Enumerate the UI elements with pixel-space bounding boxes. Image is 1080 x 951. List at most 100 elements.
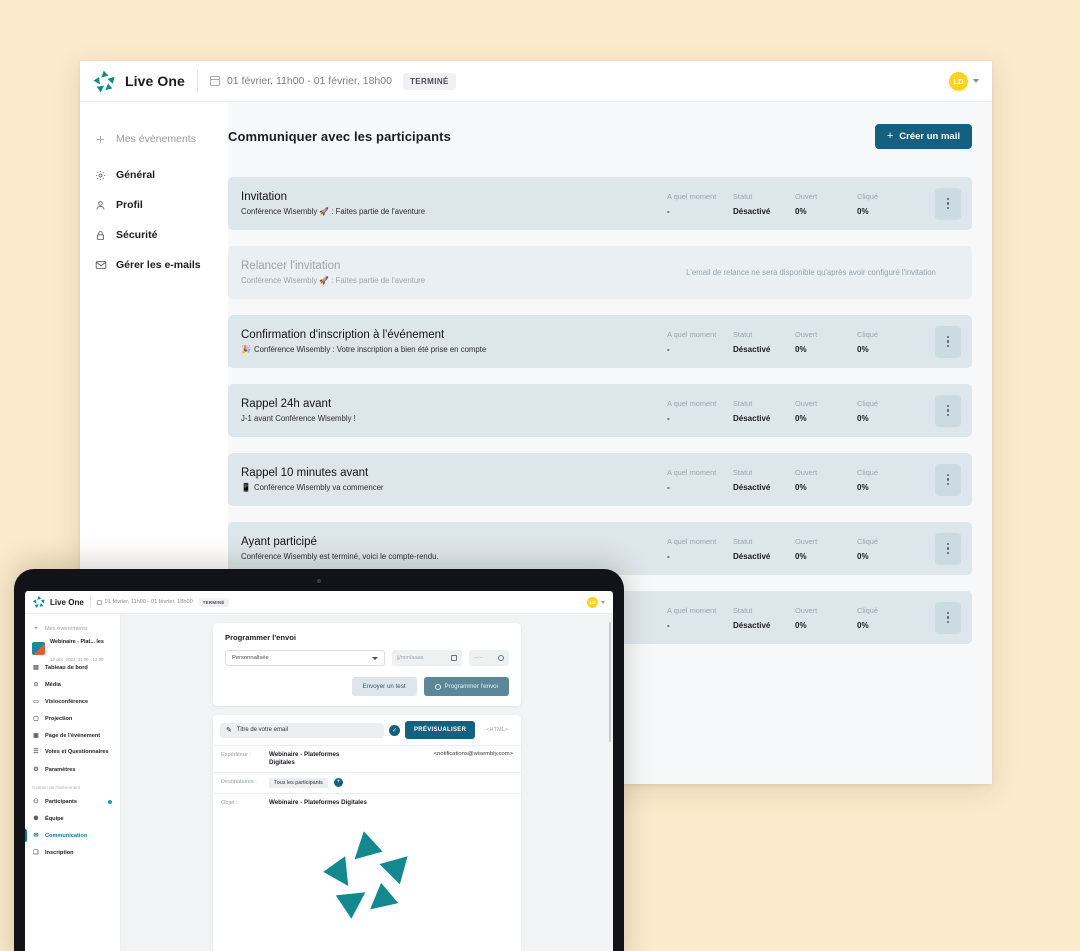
email-preview-area bbox=[213, 811, 521, 925]
schedule-card-title: Programmer l'envoi bbox=[225, 633, 297, 642]
stat-value: 0% bbox=[795, 482, 807, 492]
stat-label: Statut bbox=[733, 467, 753, 477]
header-account[interactable]: LD bbox=[949, 71, 979, 91]
main-toolbar: Communiquer avec les participants + Crée… bbox=[228, 102, 992, 149]
row-subtitle-text: Conférence Wisembly 🚀 : Faites partie de… bbox=[241, 276, 426, 285]
header-account[interactable]: LD bbox=[587, 596, 605, 608]
vertical-scrollbar[interactable] bbox=[608, 622, 611, 742]
gear-icon bbox=[94, 170, 107, 181]
sender-label: Expéditeur : bbox=[221, 752, 251, 758]
team-icon: ⚈ bbox=[33, 816, 39, 822]
brand-logo[interactable]: Live One bbox=[92, 69, 185, 94]
table-row[interactable]: Rappel 24h avant J-1 avant Conférence Wi… bbox=[228, 384, 972, 437]
sidebar-item-profil[interactable]: Profil bbox=[94, 190, 228, 220]
preview-button[interactable]: PRÉVISUALISER bbox=[404, 721, 476, 739]
stat-status: Statut Désactivé bbox=[733, 537, 795, 561]
send-test-button[interactable]: Envoyer un test bbox=[351, 677, 417, 696]
tablet-body: + Mes événements Webinaire - Plat... les… bbox=[25, 614, 613, 951]
sidebar-item-general[interactable]: Général bbox=[94, 160, 228, 190]
subtitle-emoji-icon: 🎉 bbox=[241, 345, 251, 354]
more-vertical-icon[interactable] bbox=[935, 532, 961, 565]
stat-label: Ouvert bbox=[795, 329, 818, 339]
stat-value: - bbox=[667, 620, 670, 630]
html-button[interactable]: <HTML> bbox=[480, 721, 514, 739]
sidebar-item-gerer-les-emails[interactable]: Gérer les e-mails bbox=[94, 250, 228, 280]
table-row[interactable]: Rappel 10 minutes avant 📱 Conférence Wis… bbox=[228, 453, 972, 506]
row-stats: A quel moment - Statut Désactivé Ouvert … bbox=[667, 606, 935, 630]
sidebar-item-mes-evenements[interactable]: + Mes événements bbox=[32, 620, 120, 637]
row-stats: A quel moment - Statut Désactivé Ouvert … bbox=[667, 537, 935, 561]
date-placeholder: jj/mm/aaaa bbox=[397, 655, 424, 661]
media-icon: ⊙ bbox=[33, 682, 39, 688]
stat-value: 0% bbox=[795, 551, 807, 561]
tablet-main-content: Programmer l'envoi Personnalisée jj/mm/a… bbox=[121, 614, 613, 951]
sidebar-item-equipe[interactable]: ⚈ Équipe bbox=[32, 810, 120, 827]
more-vertical-icon[interactable] bbox=[935, 463, 961, 496]
calendar-icon bbox=[451, 655, 457, 661]
sidebar-item-media[interactable]: ⊙ Média bbox=[32, 676, 120, 693]
sidebar-item-page-evenement[interactable]: ▣ Page de l'événement bbox=[32, 727, 120, 744]
row-title: Rappel 10 minutes avant bbox=[241, 467, 369, 479]
tablet-app-header: Live One 01 février, 11h00 - 01 février,… bbox=[25, 591, 613, 614]
screenshot-stage: Live One 01 février, 11h00 - 01 février,… bbox=[0, 0, 1080, 951]
chevron-down-icon[interactable] bbox=[973, 79, 979, 83]
calendar-icon bbox=[96, 599, 102, 605]
brand-name: Live One bbox=[125, 73, 185, 89]
schedule-send-button[interactable]: Programmer l'envoi bbox=[423, 677, 509, 696]
table-row[interactable]: Confirmation d'inscription à l'événement… bbox=[228, 315, 972, 368]
table-row[interactable]: Ayant participé Conférence Wisembly est … bbox=[228, 522, 972, 575]
sidebar-item-visioconference[interactable]: ▭ Visioconférence bbox=[32, 693, 120, 710]
sidebar-item-tableau-de-bord[interactable]: ▤ Tableau de bord bbox=[32, 659, 120, 676]
stat-label: A quel moment bbox=[667, 467, 717, 477]
sidebar-item-label: Participants bbox=[45, 798, 78, 805]
status-badge: TERMINÉ bbox=[198, 597, 229, 607]
projection-icon: ▢ bbox=[33, 716, 39, 722]
subject-row: Objet : Webinaire - Plateformes Digitale… bbox=[213, 792, 521, 812]
row-primary: Relancer l'invitation Conférence Wisembl… bbox=[241, 260, 661, 285]
stat-value: - bbox=[667, 551, 670, 561]
sidebar-item-participants[interactable]: ⚇ Participants bbox=[32, 793, 120, 810]
schedule-date-input[interactable]: jj/mm/aaaa bbox=[392, 650, 462, 666]
more-vertical-icon[interactable] bbox=[935, 325, 961, 358]
stat-label: Ouvert bbox=[795, 398, 818, 408]
chevron-down-icon[interactable] bbox=[601, 600, 605, 604]
sidebar-item-label: Gérer les e-mails bbox=[116, 259, 201, 271]
stat-label: Ouvert bbox=[795, 191, 818, 201]
stat-value: 0% bbox=[795, 620, 807, 630]
stat-clicked: Cliqué 0% bbox=[857, 192, 919, 216]
table-row[interactable]: Invitation Conférence Wisembly 🚀 : Faite… bbox=[228, 177, 972, 230]
clock-icon bbox=[498, 655, 504, 661]
more-vertical-icon[interactable] bbox=[935, 187, 961, 220]
table-row: Relancer l'invitation Conférence Wisembl… bbox=[228, 246, 972, 299]
row-subtitle: 📱 Conférence Wisembly va commencer bbox=[241, 483, 661, 492]
sidebar-current-event[interactable]: Webinaire - Plat... les 13 déc. 2022, 11… bbox=[32, 637, 120, 662]
schedule-type-select[interactable]: Personnalisée bbox=[225, 650, 385, 666]
sidebar-item-mes-evenements[interactable]: Mes événements bbox=[94, 124, 228, 154]
schedule-time-input[interactable]: --:-- bbox=[469, 650, 509, 666]
stat-clicked: Cliqué 0% bbox=[857, 606, 919, 630]
row-subtitle-text: Conférence Wisembly est terminé, voici l… bbox=[241, 552, 439, 561]
sidebar-item-parametres[interactable]: ⚙ Paramètres bbox=[32, 761, 120, 778]
avatar[interactable]: LD bbox=[949, 71, 968, 91]
row-title: Ayant participé bbox=[241, 536, 317, 548]
wisembly-pinwheel-logo-icon bbox=[32, 595, 45, 609]
stat-value: 0% bbox=[795, 413, 807, 423]
row-stats: A quel moment - Statut Désactivé Ouvert … bbox=[667, 330, 935, 354]
create-mail-button[interactable]: + Créer un mail bbox=[874, 124, 972, 149]
sidebar-item-votes-questionnaires[interactable]: ☰ Votes et Questionnaires bbox=[32, 744, 120, 761]
stat-label: A quel moment bbox=[667, 605, 717, 615]
stat-clicked: Cliqué 0% bbox=[857, 468, 919, 492]
email-title-input[interactable]: ✎ Titre de votre email bbox=[220, 722, 384, 738]
stat-moment: A quel moment - bbox=[667, 399, 733, 423]
sidebar-item-securite[interactable]: Sécurité bbox=[94, 220, 228, 250]
sidebar-item-communication[interactable]: ✉ Communication bbox=[25, 827, 120, 844]
plus-circle-icon[interactable]: + bbox=[333, 777, 343, 787]
more-vertical-icon[interactable] bbox=[935, 394, 961, 427]
avatar[interactable]: LD bbox=[587, 596, 598, 608]
sidebar-item-inscription[interactable]: ❏ Inscription bbox=[32, 844, 120, 861]
sidebar-item-projection[interactable]: ▢ Projection bbox=[32, 710, 120, 727]
recipients-chip[interactable]: Tous les participants bbox=[269, 777, 328, 788]
check-circle-icon[interactable]: ✓ bbox=[388, 724, 400, 736]
row-subtitle: Conférence Wisembly 🚀 : Faites partie de… bbox=[241, 276, 661, 285]
more-vertical-icon[interactable] bbox=[935, 601, 961, 634]
